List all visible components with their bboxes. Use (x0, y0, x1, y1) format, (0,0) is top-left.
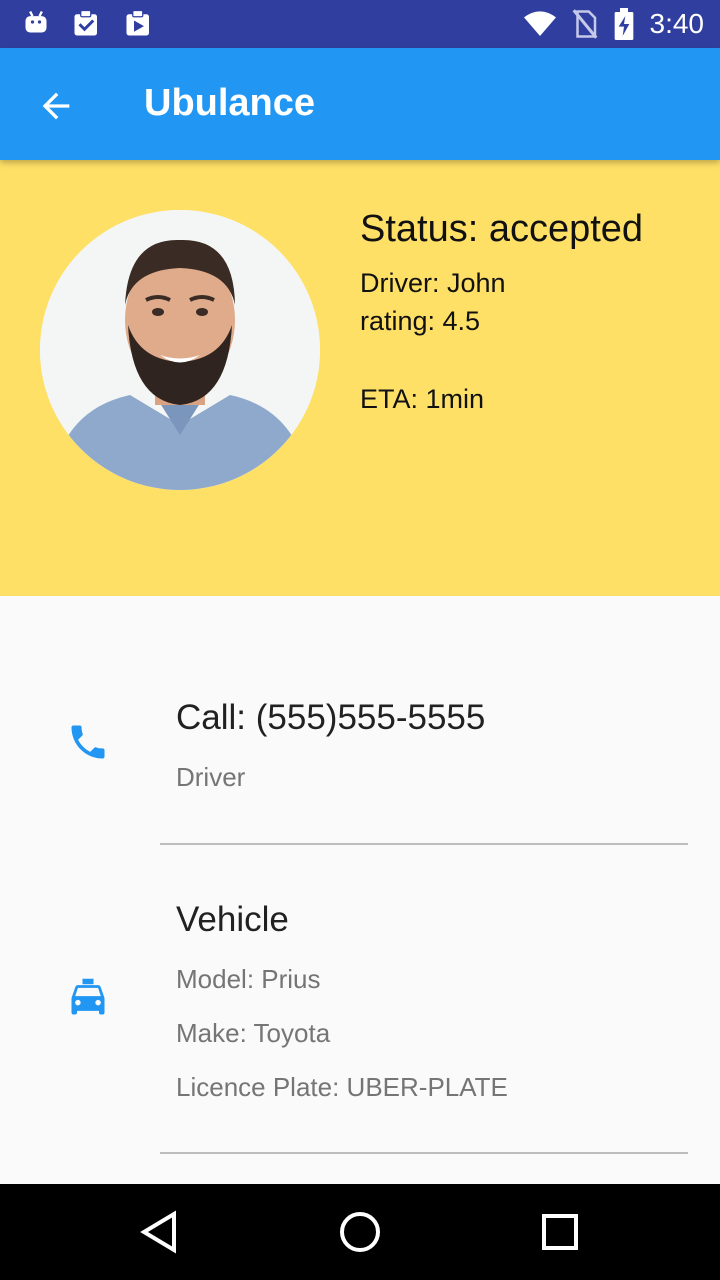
vehicle-make: Make: Toyota (176, 1018, 331, 1048)
status-bar: 3:40 (0, 0, 720, 48)
android-debug-icon (25, 10, 47, 33)
phone-icon (71, 725, 105, 759)
vehicle-title: Vehicle (176, 900, 289, 939)
call-number: Call: (555)555-5555 (176, 698, 486, 737)
arrow-back-icon[interactable] (36, 86, 76, 126)
home-circle-icon[interactable] (336, 1208, 384, 1256)
ride-status: Status: accepted (360, 208, 644, 250)
call-subtitle: Driver (176, 762, 246, 792)
eta: ETA: 1min (360, 384, 485, 414)
vehicle-model: Model: Prius (176, 964, 321, 994)
vehicle-plate: Licence Plate: UBER-PLATE (176, 1072, 508, 1102)
wifi-icon (523, 11, 556, 37)
driver-card: Status: accepted Driver: John rating: 4.… (0, 160, 720, 596)
clipboard-check-icon (74, 9, 97, 36)
battery-charging-icon (614, 8, 633, 40)
system-nav-bar (0, 1184, 720, 1280)
divider (160, 843, 688, 845)
driver-avatar (40, 210, 320, 490)
play-store-icon (126, 9, 149, 36)
taxi-icon (71, 978, 105, 1015)
back-triangle-icon[interactable] (136, 1208, 184, 1256)
no-sim-icon (572, 9, 597, 39)
app-title: Ubulance (144, 82, 316, 124)
vehicle-row: Vehicle Model: Prius Make: Toyota Licenc… (0, 890, 720, 1120)
call-driver-row[interactable]: Call: (555)555-5555 Driver (0, 690, 720, 810)
divider (160, 1152, 688, 1154)
app-bar: Ubulance (0, 48, 720, 160)
driver-name: Driver: John (360, 268, 506, 298)
driver-rating: rating: 4.5 (360, 306, 481, 336)
recents-square-icon[interactable] (536, 1208, 584, 1256)
clock-time: 3:40 (649, 8, 705, 39)
